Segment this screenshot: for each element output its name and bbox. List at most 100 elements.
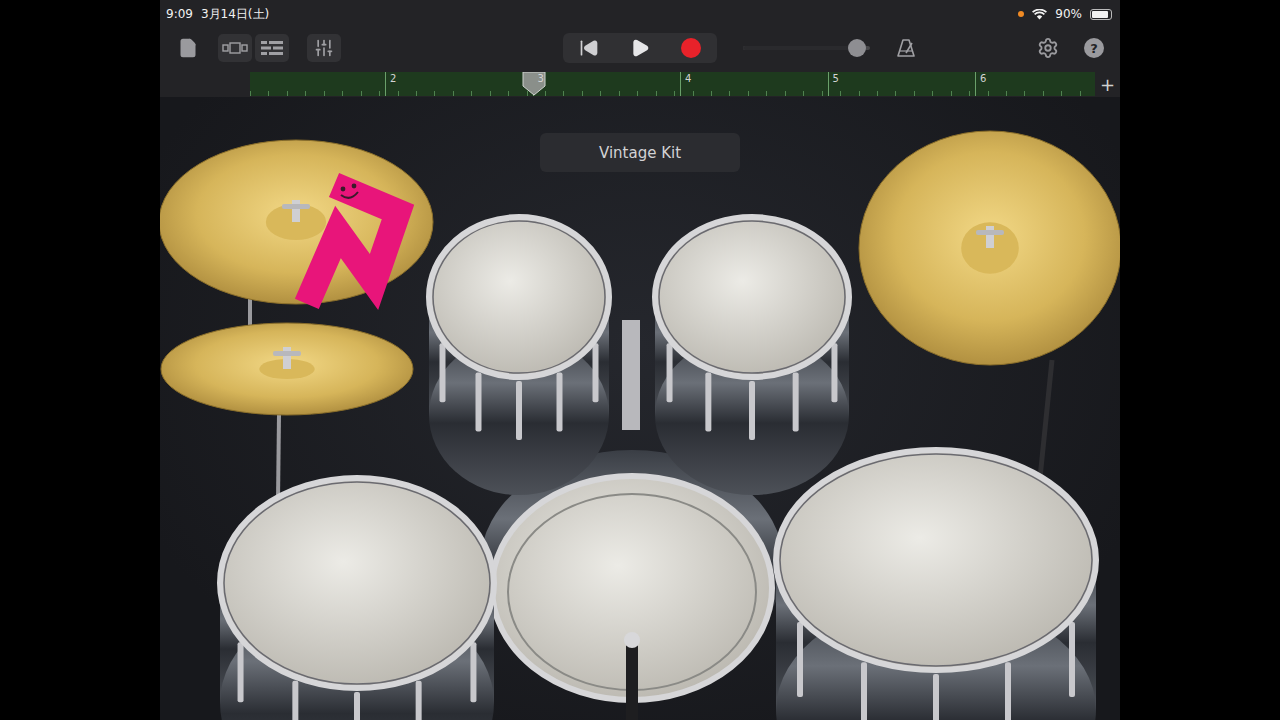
mic-indicator-icon — [1018, 11, 1024, 17]
kick-beater — [624, 632, 640, 648]
drum-head[interactable] — [655, 217, 849, 377]
instrument-view-icon — [222, 42, 248, 54]
bar-number: 4 — [681, 72, 691, 84]
status-left: 9:093月14日(土) — [166, 6, 269, 23]
drum-rim — [224, 482, 490, 684]
drum-lug — [416, 681, 422, 720]
floor-tom[interactable] — [776, 450, 1096, 720]
ruler-row: 2 3 4 5 6 + — [160, 68, 1120, 97]
volume-fill — [743, 46, 857, 50]
cymbal-bell — [961, 222, 1019, 273]
ruler-bar[interactable]: 6 — [975, 72, 1095, 96]
drum-rim — [659, 221, 845, 373]
mixer-icon — [314, 38, 334, 58]
drum-lug — [667, 343, 673, 402]
ruler-bar[interactable]: 3 — [533, 72, 681, 96]
kick-pedal — [626, 640, 638, 720]
drum-lug — [793, 372, 799, 431]
hihat-cymbal[interactable] — [161, 323, 413, 415]
battery-icon — [1090, 9, 1112, 20]
rewind-button[interactable] — [569, 33, 609, 63]
drum-rim — [433, 221, 605, 373]
ruler-bar[interactable]: 2 — [385, 72, 533, 96]
play-icon — [630, 38, 650, 58]
rack-tom-left[interactable] — [429, 217, 609, 495]
cymbal-wing — [273, 351, 301, 356]
ruler-bar[interactable]: 4 — [680, 72, 828, 96]
drum-lug — [831, 343, 837, 402]
drum-lug — [476, 372, 482, 431]
drum-lug — [861, 662, 867, 720]
rack-tom-right[interactable] — [655, 217, 849, 495]
drum-lug — [440, 343, 446, 402]
cymbal-body[interactable] — [859, 131, 1120, 365]
drum-head[interactable] — [220, 478, 494, 688]
bar-number: 2 — [386, 72, 396, 84]
drum-head[interactable] — [776, 450, 1096, 670]
ride-stand — [1040, 360, 1052, 478]
status-bar: 9:093月14日(土) 90% — [160, 0, 1120, 28]
channel-logo — [312, 184, 398, 292]
drum-lug — [292, 681, 298, 720]
settings-icon — [1037, 37, 1059, 59]
add-section-button[interactable]: + — [1095, 72, 1120, 96]
cymbal-body[interactable] — [161, 323, 413, 415]
battery-fill — [1092, 11, 1108, 18]
rewind-icon — [579, 38, 599, 58]
ruler-bar[interactable]: 5 — [828, 72, 976, 96]
ipad-screen: 9:093月14日(土) 90%? 2 3 4 5 6 + Vintage Kit — [160, 0, 1120, 720]
help-button[interactable]: ? — [1084, 38, 1104, 58]
drum-lug — [516, 381, 522, 440]
logo-mark — [312, 190, 398, 292]
logo-eye — [352, 184, 357, 189]
drum-lug — [797, 622, 803, 697]
drum-head[interactable] — [429, 217, 609, 377]
timeline-ruler[interactable]: 2 3 4 5 6 — [250, 72, 1095, 96]
status-time: 9:09 — [166, 7, 193, 21]
metronome-icon — [896, 38, 916, 58]
drum-kit — [160, 97, 1120, 720]
crash-cymbal[interactable] — [160, 140, 433, 304]
drum-lug — [1069, 622, 1075, 697]
toolbar: ? — [160, 28, 1120, 68]
record-icon — [681, 38, 701, 58]
cymbal-nut — [292, 200, 300, 222]
drum-stage: Vintage Kit — [160, 97, 1120, 720]
tracks-view-icon — [261, 40, 283, 56]
drum-rim — [780, 454, 1092, 666]
logo-smile — [341, 192, 358, 198]
ruler-lead — [250, 72, 385, 96]
wifi-icon — [1032, 9, 1047, 20]
mixer-button[interactable] — [307, 34, 341, 62]
drum-lug — [705, 372, 711, 431]
status-right: 90% — [1018, 7, 1112, 21]
view-switcher — [218, 34, 289, 62]
drum-lug — [470, 642, 476, 702]
snare-drum[interactable] — [220, 478, 494, 720]
instrument-view-button[interactable] — [218, 34, 252, 62]
logo-eye — [341, 187, 346, 192]
cymbal-body[interactable] — [160, 140, 433, 304]
cymbal-wing — [282, 204, 310, 209]
drum-lug — [593, 343, 599, 402]
drum-lug — [933, 674, 939, 720]
ride-cymbal[interactable] — [859, 131, 1120, 365]
cymbal-nut — [283, 347, 291, 369]
record-button[interactable] — [671, 33, 711, 63]
bar-number: 5 — [829, 72, 839, 84]
kit-name-button[interactable]: Vintage Kit — [540, 133, 740, 172]
battery-percent: 90% — [1055, 7, 1082, 21]
volume-knob[interactable] — [848, 39, 866, 57]
bar-number: 6 — [976, 72, 986, 84]
bar-number: 3 — [534, 72, 544, 84]
tracks-view-button[interactable] — [255, 34, 289, 62]
settings-button[interactable] — [1036, 36, 1060, 60]
metronome-button[interactable] — [894, 36, 918, 60]
volume-slider[interactable] — [743, 46, 870, 50]
toolbar-left — [160, 34, 563, 62]
play-button[interactable] — [620, 33, 660, 63]
drum-lug — [354, 692, 360, 720]
document-button[interactable] — [176, 36, 200, 60]
drum-lug — [1005, 662, 1011, 720]
toolbar-right: ? — [717, 36, 1120, 60]
